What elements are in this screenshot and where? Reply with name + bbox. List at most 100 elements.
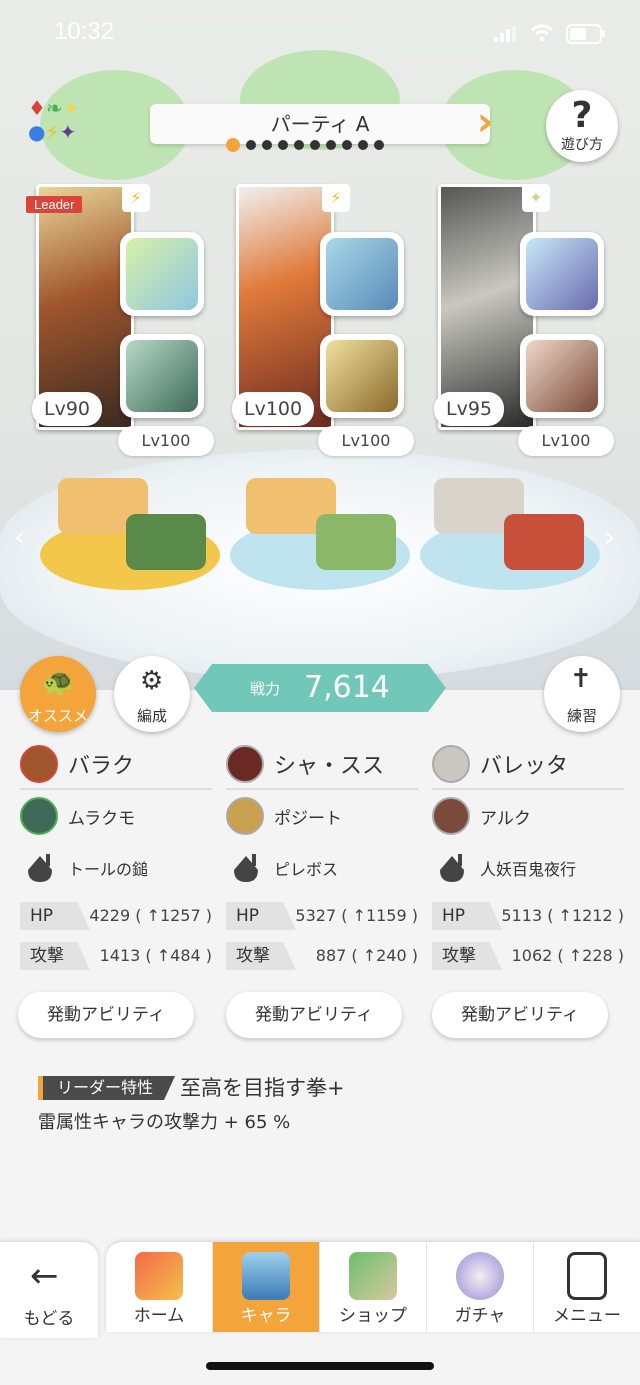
element-legend-icon[interactable]: ♦❧✦ ●⚡✦ — [28, 96, 118, 152]
member-3-name: バレッタ — [480, 754, 569, 779]
nav-chara[interactable]: キャラ — [212, 1242, 319, 1332]
member-3-level: Lv95 — [434, 392, 505, 426]
recommend-button[interactable]: 🐢 オススメ — [20, 656, 96, 732]
weapon-icon — [230, 852, 262, 884]
power-value: 7,614 — [304, 670, 390, 705]
nav-menu[interactable]: メニュー — [533, 1242, 640, 1332]
member-3-avatar — [432, 745, 470, 783]
help-button[interactable]: ? 遊び方 — [546, 90, 618, 162]
weapon-3-row[interactable]: 人妖百鬼夜行 — [432, 842, 624, 894]
battery-icon — [566, 24, 606, 44]
recommend-label: オススメ — [27, 707, 88, 725]
leader-skill-description: 雷属性キャラの攻撃力 + 65 % — [38, 1112, 291, 1133]
nav-chara-label: キャラ — [240, 1306, 292, 1326]
member-1-avatar — [20, 745, 58, 783]
sub-member-1-pedestal[interactable] — [126, 514, 206, 570]
back-button[interactable]: ← もどる — [0, 1242, 98, 1338]
nav-home[interactable]: ホーム — [106, 1242, 212, 1332]
leader-skill-tag: リーダー特性 — [38, 1076, 176, 1100]
member-1-row[interactable]: バラク — [20, 740, 212, 790]
attack-label: 攻撃 — [432, 942, 502, 970]
attack-stat: 攻撃 1413 ( ↑484 ) — [20, 938, 212, 974]
practice-label: 練習 — [566, 707, 597, 725]
hp-label: HP — [432, 902, 502, 930]
nav-shop[interactable]: ショップ — [319, 1242, 426, 1332]
weapon-book-tile[interactable] — [320, 232, 404, 316]
chara-icon — [242, 1252, 290, 1300]
sub-member-3-tile[interactable] — [520, 334, 604, 418]
sub-member-3-level: Lv100 — [518, 426, 614, 456]
attack-value: 1062 ( ↑228 ) — [511, 946, 624, 965]
weapon-2-row[interactable]: ピレボス — [226, 842, 418, 894]
page-dot[interactable] — [294, 140, 304, 150]
page-dot-active[interactable] — [226, 138, 240, 152]
scarecrow-icon: ✝ — [570, 664, 592, 694]
page-dot[interactable] — [246, 140, 256, 150]
next-party-arrow[interactable]: › — [472, 102, 498, 144]
member-2-name: シャ・スス — [274, 754, 385, 779]
practice-button[interactable]: ✝ 練習 — [544, 656, 620, 732]
member-2-level: Lv100 — [232, 392, 315, 426]
nav-gacha[interactable]: ガチャ — [426, 1242, 533, 1332]
sub-member-2-level: Lv100 — [318, 426, 414, 456]
sub-member-3-name: アルク — [480, 808, 531, 829]
sub-member-3-pedestal[interactable] — [504, 514, 584, 570]
formation-label: 編成 — [136, 707, 167, 725]
hp-value: 5113 ( ↑1212 ) — [501, 906, 624, 925]
scene-left-arrow[interactable]: ‹ — [14, 520, 25, 553]
formation-button[interactable]: ⚙ 編成 — [114, 656, 190, 732]
signal-icon — [494, 26, 516, 42]
power-label: 戦力 — [250, 680, 281, 698]
weapon-1-name: トールの鎚 — [68, 860, 149, 879]
weapon-icon — [436, 852, 468, 884]
thunder-element-icon: ⚡ — [122, 184, 150, 212]
gacha-icon — [456, 1252, 504, 1300]
sub-member-3-avatar — [432, 797, 470, 835]
page-dot[interactable] — [262, 140, 272, 150]
recommend-icon: 🐢 — [42, 668, 75, 698]
member-3-row[interactable]: バレッタ — [432, 740, 624, 790]
attack-label: 攻撃 — [20, 942, 90, 970]
sub-member-2-pedestal[interactable] — [316, 514, 396, 570]
scene-right-arrow[interactable]: › — [604, 520, 615, 553]
sub-member-2-avatar — [226, 797, 264, 835]
attack-stat: 攻撃 887 ( ↑240 ) — [226, 938, 418, 974]
member-2-row[interactable]: シャ・スス — [226, 740, 418, 790]
page-dot[interactable] — [374, 140, 384, 150]
back-label: もどる — [23, 1309, 75, 1329]
sub-member-2-row[interactable]: ポジート — [226, 790, 418, 842]
page-dot[interactable] — [278, 140, 288, 150]
weapon-orb-tile[interactable] — [520, 232, 604, 316]
page-dot[interactable] — [310, 140, 320, 150]
attack-stat: 攻撃 1062 ( ↑228 ) — [432, 938, 624, 974]
sub-member-1-avatar — [20, 797, 58, 835]
page-dot[interactable] — [342, 140, 352, 150]
back-arrow-icon: ← — [30, 1256, 59, 1296]
sub-member-1-row[interactable]: ムラクモ — [20, 790, 212, 842]
weapon-1-row[interactable]: トールの鎚 — [20, 842, 212, 894]
sub-member-2-name: ポジート — [274, 808, 342, 829]
nav-menu-label: メニュー — [553, 1306, 621, 1326]
party-page-indicator[interactable] — [226, 138, 416, 152]
bottom-nav: ホーム キャラ ショップ ガチャ メニュー — [106, 1242, 640, 1332]
star-element-icon: ✦ — [522, 184, 550, 212]
weapon-hammer-tile[interactable] — [120, 232, 204, 316]
sub-member-2-tile[interactable] — [320, 334, 404, 418]
member-2-column: シャ・スス ポジート ピレボス HP 5327 ( ↑1159 ) 攻撃 887 (… — [226, 740, 418, 974]
hp-stat: HP 4229 ( ↑1257 ) — [20, 898, 212, 934]
page-dot[interactable] — [326, 140, 336, 150]
sub-member-1-tile[interactable] — [120, 334, 204, 418]
member-1-level: Lv90 — [32, 392, 103, 426]
ability-button-3[interactable]: 発動アビリティ — [432, 992, 608, 1038]
attack-value: 1413 ( ↑484 ) — [99, 946, 212, 965]
nav-gacha-label: ガチャ — [454, 1306, 506, 1326]
page-dot[interactable] — [358, 140, 368, 150]
ability-button-2[interactable]: 発動アビリティ — [226, 992, 402, 1038]
leader-badge: Leader — [26, 196, 83, 213]
ability-button-1[interactable]: 発動アビリティ — [18, 992, 194, 1038]
sub-member-3-row[interactable]: アルク — [432, 790, 624, 842]
member-1-column: バラク ムラクモ トールの鎚 HP 4229 ( ↑1257 ) 攻撃 1413 (… — [20, 740, 212, 974]
help-label: 遊び方 — [561, 137, 603, 153]
hp-value: 4229 ( ↑1257 ) — [89, 906, 212, 925]
hp-stat: HP 5327 ( ↑1159 ) — [226, 898, 418, 934]
